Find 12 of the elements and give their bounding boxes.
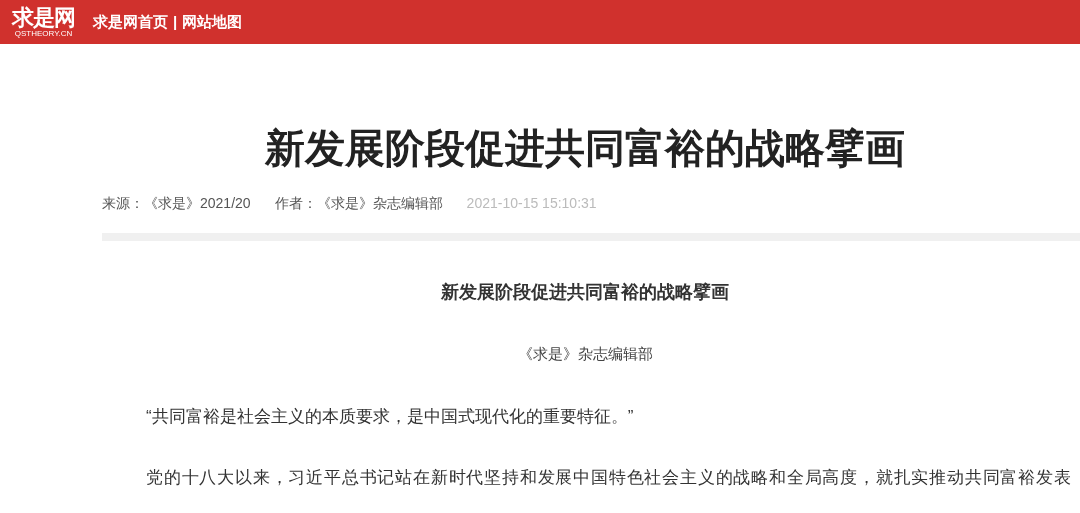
nav-link[interactable]: 网站地图 [182,10,243,34]
site-logo[interactable]: 求是网 QSTHEORY.CN [12,6,75,38]
article-title: 新发展阶段促进共同富裕的战略擘画 [265,125,905,172]
byline: 《求是》杂志编辑部 [517,344,653,365]
paragraph: “共同富裕是社会主义的本质要求，是中国式现代化的重要特征。” [146,405,635,428]
nav-separator: | [173,11,178,32]
meta-info: 来源：《求是》2021/20 [102,193,251,213]
publish-date: 2021-10-15 15:10:31 [466,193,597,213]
meta-info: 作者：《求是》杂志编辑部 [274,193,443,213]
article-subtitle: 新发展阶段促进共同富裕的战略擘画 [441,281,729,304]
paragraph: 党的十八大以来，习近平总书记站在新时代坚持和发展中国特色社会主义的战略和全局高度，就扎实推动共同富裕发表 [146,467,1073,489]
nav-link[interactable]: 求是网首页 [93,10,168,34]
